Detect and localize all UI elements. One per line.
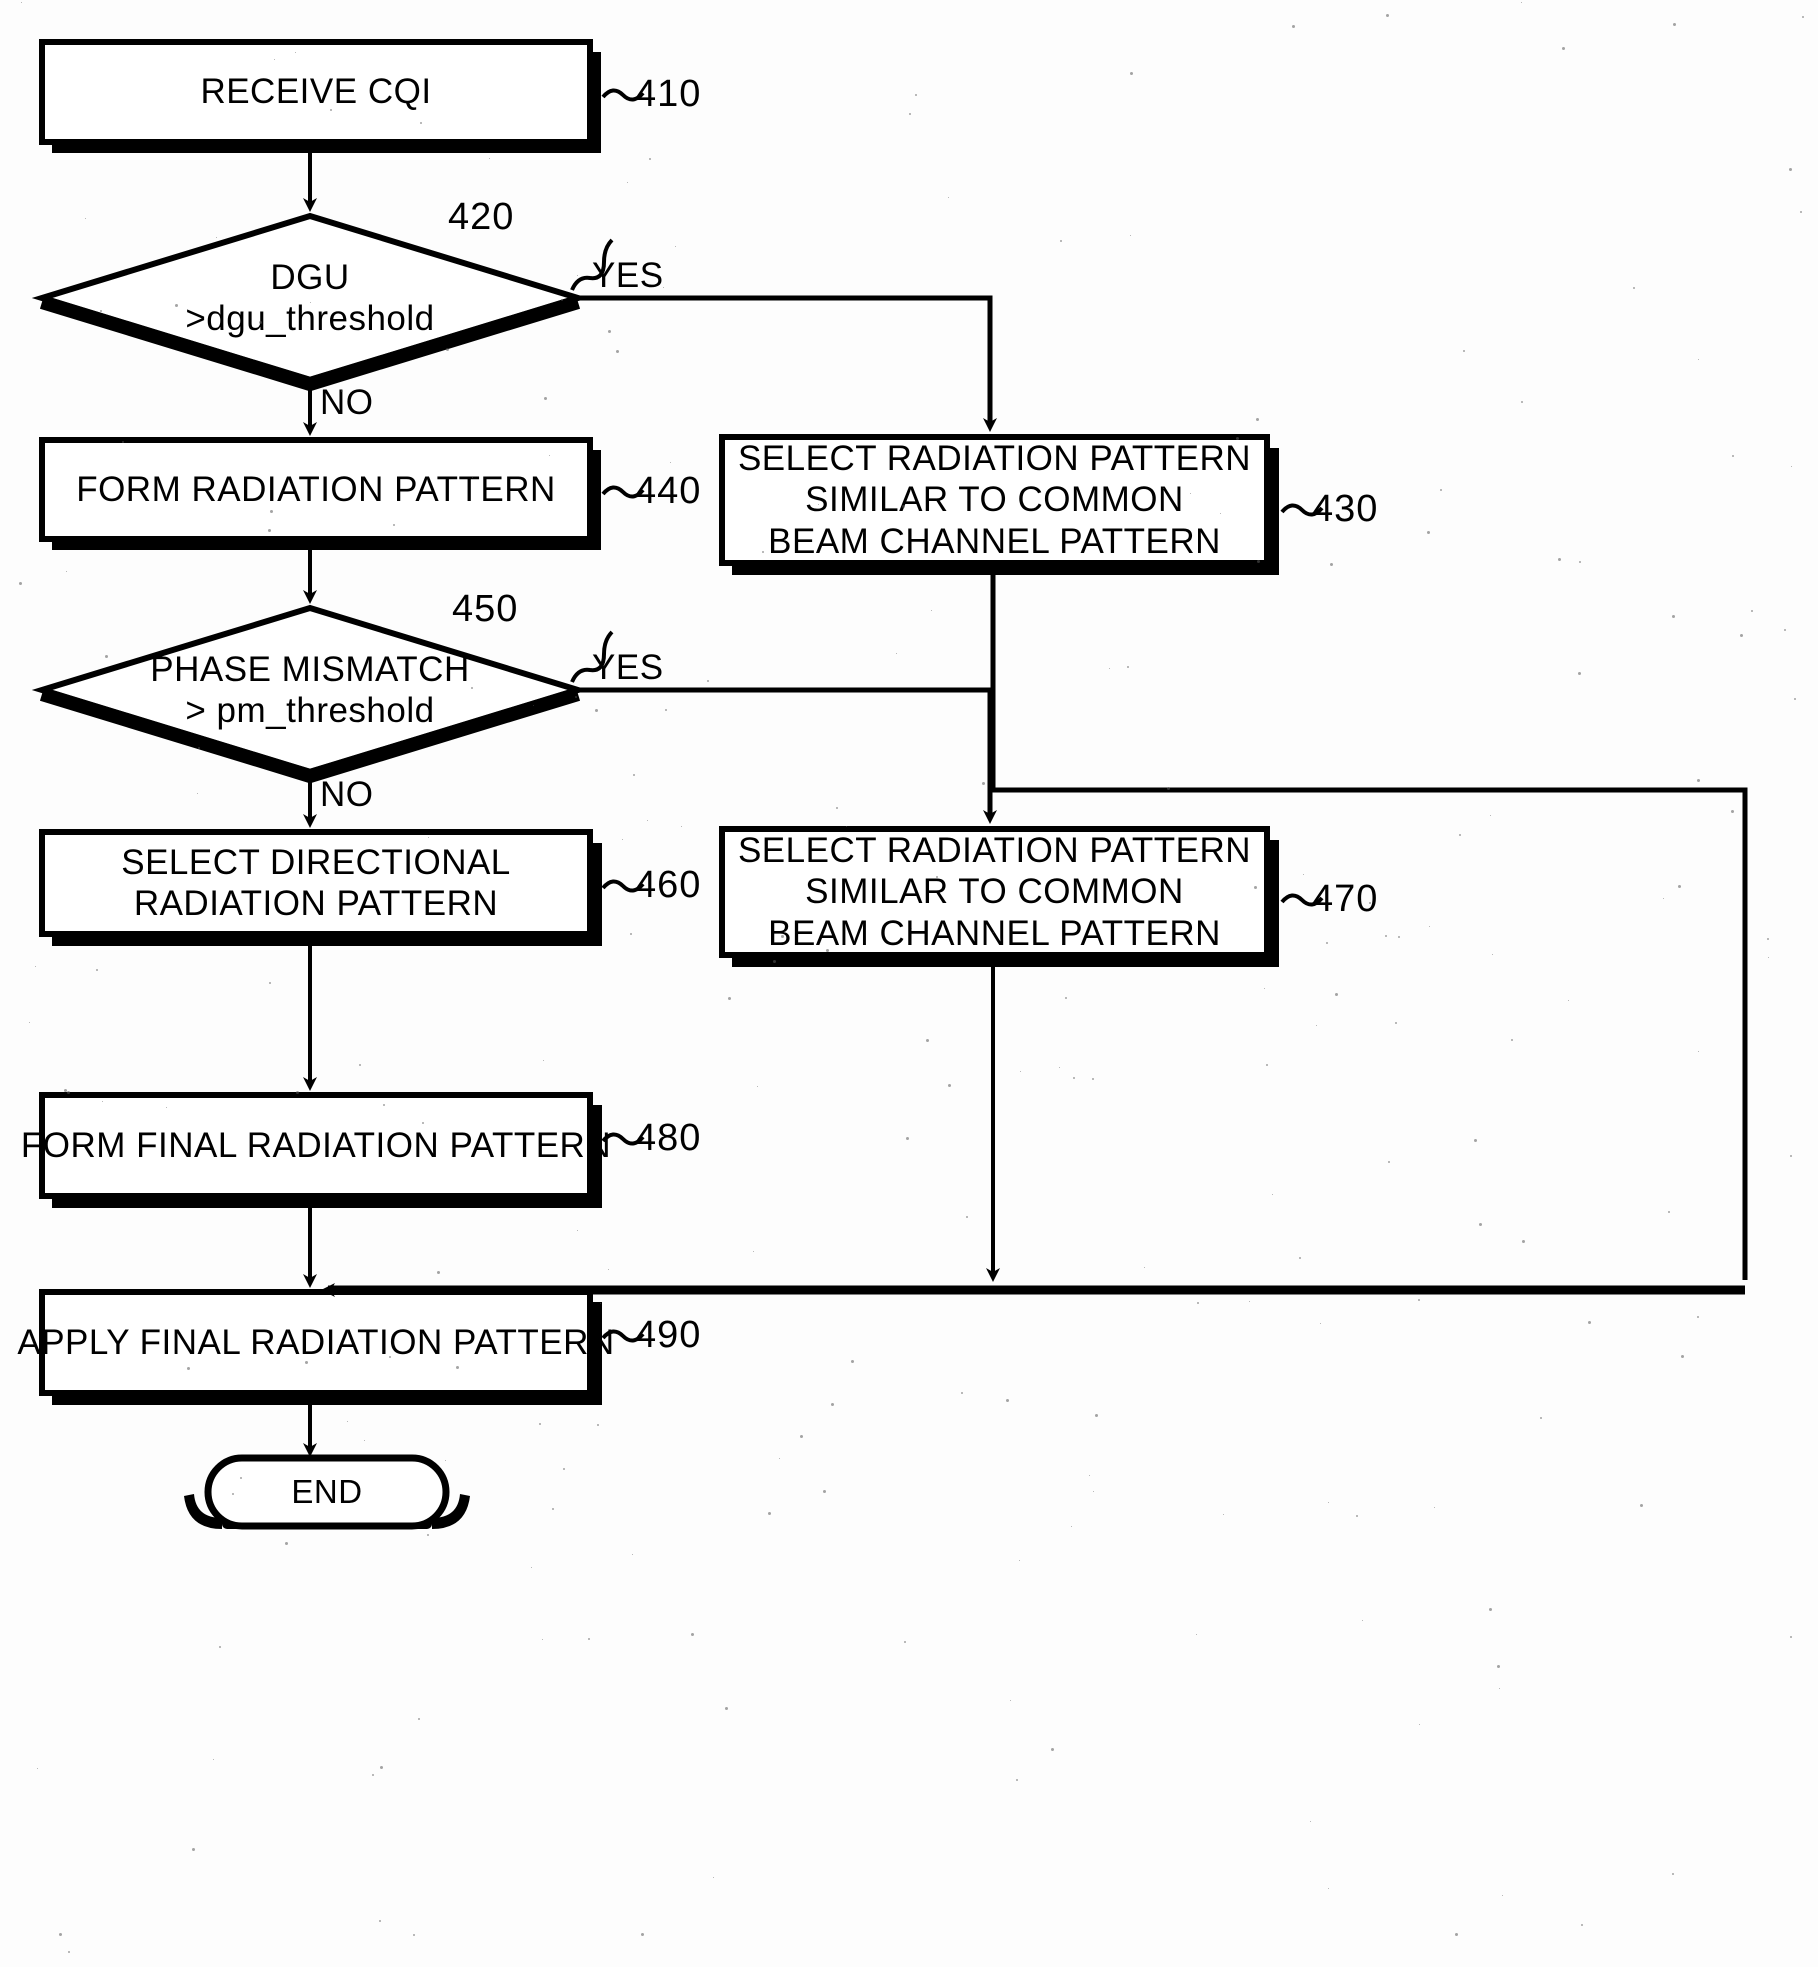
connectors bbox=[303, 153, 1748, 1457]
node-430-box bbox=[719, 434, 1270, 566]
edge-450-yes-to-470 bbox=[578, 687, 997, 824]
ref-number-410: 410 bbox=[635, 73, 702, 115]
node-480-box bbox=[39, 1092, 593, 1199]
ref-number-420: 420 bbox=[448, 196, 515, 238]
edge-label-pm-yes: YES bbox=[592, 648, 664, 687]
edge-label-pm-no: NO bbox=[320, 775, 374, 814]
node-490-box bbox=[39, 1289, 593, 1396]
ref-number-450: 450 bbox=[452, 588, 519, 630]
node-450-diamond bbox=[31, 604, 589, 776]
ref-number-430: 430 bbox=[1312, 488, 1379, 530]
ref-number-490: 490 bbox=[635, 1314, 702, 1356]
node-460-box bbox=[39, 829, 593, 937]
ref-number-480: 480 bbox=[635, 1117, 702, 1159]
edge-label-dgu-yes: YES bbox=[592, 256, 664, 295]
node-440-box bbox=[39, 437, 593, 542]
flowchart-canvas: RECEIVE CQI 410 DGU >dgu_threshold 420 Y… bbox=[0, 0, 1818, 1967]
node-420-diamond bbox=[31, 212, 589, 384]
flowchart-vector-layer bbox=[31, 39, 1748, 1530]
ref-number-460: 460 bbox=[635, 864, 702, 906]
ref-number-470: 470 bbox=[1312, 878, 1379, 920]
ref-number-440: 440 bbox=[635, 470, 702, 512]
edge-label-dgu-no: NO bbox=[320, 383, 374, 422]
edge-420-yes-to-430 bbox=[578, 295, 997, 432]
node-470-box bbox=[719, 826, 1270, 958]
node-end-terminator bbox=[204, 1454, 450, 1530]
node-410-box bbox=[39, 39, 593, 145]
